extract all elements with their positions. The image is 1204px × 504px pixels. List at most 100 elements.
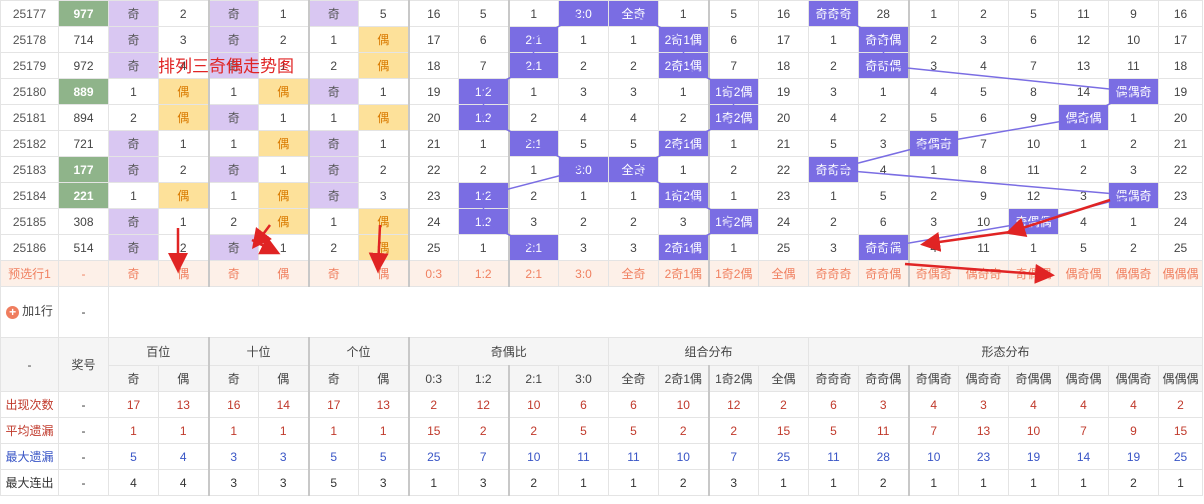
trend-cell: 1奇2偶 — [707, 78, 759, 105]
stat-value: 4 — [1008, 391, 1059, 418]
trend-cell: 偶 — [358, 234, 409, 261]
preselect-option[interactable]: 奇偶奇 — [907, 260, 959, 287]
trend-cell: 24 — [407, 208, 459, 235]
preselect-option[interactable]: 奇奇奇 — [808, 260, 859, 287]
trend-cell: 2奇1偶 — [658, 130, 709, 157]
trend-cell: 3 — [358, 182, 409, 209]
stat-value: 4 — [1058, 391, 1109, 418]
stat-value: 3 — [258, 469, 309, 496]
preselect-option[interactable]: 偶 — [258, 260, 309, 287]
stat-value: 23 — [958, 443, 1009, 470]
trend-cell: 2 — [207, 208, 259, 235]
stat-value: 12 — [458, 391, 509, 418]
preselect-option[interactable]: 全偶 — [758, 260, 809, 287]
preselect-option[interactable]: 1:2 — [458, 260, 509, 287]
stat-value: 13 — [958, 417, 1009, 444]
preselect-option[interactable]: 偶偶奇 — [1108, 260, 1159, 287]
trend-cell: 2 — [907, 182, 959, 209]
trend-cell: 1 — [1108, 208, 1159, 235]
add-row-button[interactable]: + 加1行 — [0, 286, 59, 338]
trend-cell: 1 — [458, 130, 509, 157]
preselect-row[interactable]: 预选行1- 奇偶奇偶奇偶 0:3 1:2 2:1 3:0 全奇 2奇1偶 1奇2偶 全偶 奇奇奇 奇奇… — [0, 260, 1203, 287]
header-sub: 偶奇偶 — [1058, 365, 1109, 392]
stat-value: 25 — [758, 443, 809, 470]
preselect-option[interactable]: 偶 — [158, 260, 209, 287]
preselect-option[interactable]: 偶偶偶 — [1158, 260, 1203, 287]
table-row: 25182 721 奇 1 1 偶奇 1 21 1 2:1 5 5 2奇1偶 1 21 5 3 奇偶奇 7 10 1 2 2… — [0, 130, 1203, 157]
trend-cell: 16 — [1158, 0, 1203, 27]
preselect-option[interactable]: 奇奇偶 — [858, 260, 909, 287]
trend-cell: 4 — [907, 78, 959, 105]
stat-value: 10 — [658, 391, 709, 418]
trend-cell: 5 — [808, 130, 859, 157]
trend-cell: 1 — [207, 130, 259, 157]
trend-cell: 奇 — [307, 130, 359, 157]
trend-cell: 12 — [1008, 182, 1059, 209]
trend-cell: 2 — [958, 0, 1009, 27]
header-sub: 奇偶奇 — [907, 365, 959, 392]
preselect-option[interactable]: 奇偶偶 — [1008, 260, 1059, 287]
header-sub-row: 奇偶奇偶奇偶 0:3 1:2 2:1 3:0 全奇 2奇1偶 1奇2偶 全偶 奇奇奇 奇奇偶 奇偶奇偶… — [1, 365, 1203, 392]
stat-value: 1 — [407, 469, 459, 496]
preselect-option[interactable]: 偶奇偶 — [1058, 260, 1109, 287]
stat-value: 11 — [808, 443, 859, 470]
preselect-option[interactable]: 偶 — [358, 260, 409, 287]
trend-cell: 1:2 — [458, 78, 509, 105]
stat-value: 3 — [858, 391, 909, 418]
trend-cell: 21 — [1158, 130, 1203, 157]
header-sub: 偶奇奇 — [958, 365, 1009, 392]
preselect-option[interactable]: 1奇2偶 — [707, 260, 759, 287]
stat-value: 1 — [158, 417, 209, 444]
header-sub: 1奇2偶 — [707, 365, 759, 392]
trend-cell: 11 — [1058, 0, 1109, 27]
trend-cell: 4 — [907, 234, 959, 261]
table-row: 25180 889 1 偶 1 偶奇 1 19 1:2 1 3 3 1 1奇2偶 19 3 1 4 5 8 14 偶偶奇 1… — [0, 78, 1203, 105]
trend-cell: 1 — [808, 182, 859, 209]
trend-cell: 24 — [758, 208, 809, 235]
trend-cell: 5 — [1058, 234, 1109, 261]
trend-cell: 4 — [558, 104, 609, 131]
preselect-option[interactable]: 奇 — [108, 260, 159, 287]
issue-number: 25180 — [0, 78, 59, 105]
trend-cell: 5 — [707, 0, 759, 27]
stat-value: 1 — [808, 469, 859, 496]
preselect-option[interactable]: 2:1 — [507, 260, 559, 287]
trend-cell: 1 — [558, 182, 609, 209]
preselect-option[interactable]: 全奇 — [608, 260, 659, 287]
trend-cell: 偶偶奇 — [1108, 78, 1159, 105]
stat-value: 2 — [858, 469, 909, 496]
stat-value: 12 — [707, 391, 759, 418]
trend-cell: 20 — [758, 104, 809, 131]
trend-cell: 23 — [407, 182, 459, 209]
stat-dash: - — [58, 469, 109, 496]
trend-cell: 2 — [108, 104, 159, 131]
stat-value: 3 — [207, 443, 259, 470]
stat-value: 3 — [258, 443, 309, 470]
add-row: + 加1行 - — [0, 286, 1203, 338]
stat-value: 1 — [1058, 469, 1109, 496]
winning-number: 889 — [58, 78, 109, 105]
trend-cell: 21 — [407, 130, 459, 157]
preselect-option[interactable]: 3:0 — [558, 260, 609, 287]
preselect-option[interactable]: 2奇1偶 — [658, 260, 709, 287]
trend-cell: 2奇1偶 — [658, 234, 709, 261]
issue-number: 25179 — [0, 52, 59, 79]
trend-cell: 1 — [658, 0, 709, 27]
preselect-option[interactable]: 奇 — [207, 260, 259, 287]
stat-value: 1 — [907, 469, 959, 496]
preselect-option[interactable]: 奇 — [307, 260, 359, 287]
stat-value: 10 — [658, 443, 709, 470]
header-sub: 偶偶奇 — [1108, 365, 1159, 392]
preselect-option[interactable]: 偶奇奇 — [958, 260, 1009, 287]
trend-cell: 17 — [758, 26, 809, 53]
stat-value: 3 — [458, 469, 509, 496]
preselect-option[interactable]: 0:3 — [407, 260, 459, 287]
header-group: 形态分布 — [808, 337, 1203, 366]
add-row-label: 加1行 — [22, 304, 53, 319]
trend-cell: 奇 — [108, 26, 159, 53]
stat-value: 10 — [507, 443, 559, 470]
stat-dash: - — [58, 391, 109, 418]
trend-cell: 24 — [1158, 208, 1203, 235]
trend-cell: 2:1 — [507, 52, 559, 79]
header-sub: 偶 — [358, 365, 409, 392]
